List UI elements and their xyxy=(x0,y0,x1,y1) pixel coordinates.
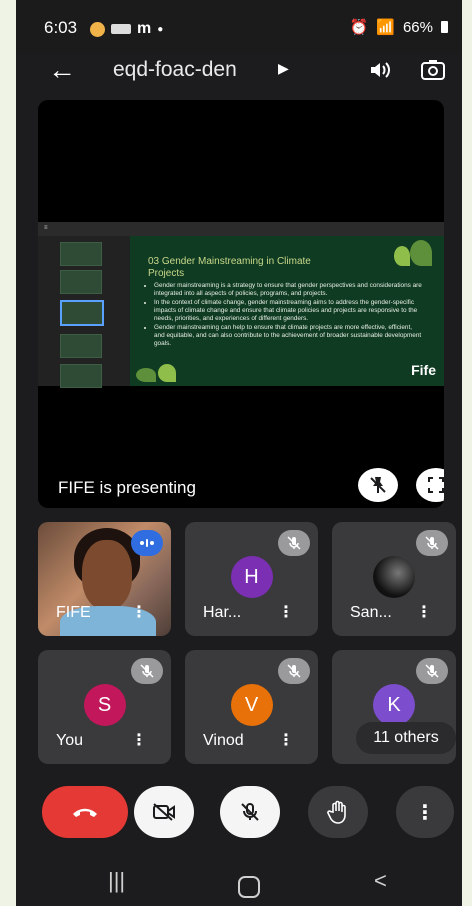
slide-bullet: In the context of climate change, gender… xyxy=(154,299,424,323)
menu-icon: ≡ xyxy=(44,225,48,231)
participant-name: You xyxy=(56,732,83,749)
avatar: V xyxy=(230,684,273,726)
status-indicators: ⏰ 📶 66% xyxy=(350,18,448,36)
back-arrow-icon[interactable]: ← xyxy=(48,56,76,84)
unpin-button[interactable] xyxy=(358,468,398,502)
slide-thumbnails xyxy=(38,236,130,388)
presenting-label: FIFE is presenting xyxy=(58,478,196,497)
avatar: S xyxy=(83,684,126,726)
participant-tile[interactable]: H Har... ⋮ xyxy=(185,522,318,636)
app-notification-icon xyxy=(90,21,105,37)
participant-name: Har... xyxy=(203,604,242,621)
status-time: 6:03 xyxy=(44,18,78,37)
leaf-decoration xyxy=(136,368,156,382)
others-count-button[interactable]: 11 others xyxy=(356,722,456,754)
slide-bullet: Gender mainstreaming is a strategy to en… xyxy=(154,282,424,298)
participant-tile[interactable]: FIFE ⋮ xyxy=(38,522,171,636)
status-bar: 6:03 m ● ⏰ 📶 66% xyxy=(16,0,462,54)
slide-thumbnail xyxy=(60,242,102,266)
mic-off-icon xyxy=(416,530,448,556)
slide-heading: 03 Gender Mainstreaming in Climate Proje… xyxy=(148,256,311,279)
more-options-icon[interactable]: ⋮ xyxy=(131,602,147,622)
slide-viewer-toolbar: ≡ xyxy=(38,222,444,236)
more-options-icon[interactable]: ⋮ xyxy=(278,730,294,750)
participant-name: FIFE xyxy=(56,604,91,621)
camera-off-icon xyxy=(153,803,175,821)
presentation-stage[interactable]: ≡ 03 Gender Mainstreaming in Climate Pro… xyxy=(38,100,444,508)
raise-hand-button[interactable] xyxy=(308,786,368,838)
speaker-icon[interactable] xyxy=(368,58,392,87)
participant-name: San... xyxy=(350,604,392,621)
phone-screen: 6:03 m ● ⏰ 📶 66% ← eqd-foac-den ▶ ≡ 03 G… xyxy=(16,0,462,906)
meeting-toolbar: ← eqd-foac-den ▶ xyxy=(16,54,462,94)
notification-icons: m ● xyxy=(90,20,163,38)
switch-camera-icon[interactable] xyxy=(420,58,446,87)
battery-text: 66% xyxy=(402,18,433,36)
back-icon[interactable]: < xyxy=(374,868,387,894)
hang-up-icon xyxy=(73,808,97,817)
camera-toggle-button[interactable] xyxy=(134,786,194,838)
slide-thumbnail xyxy=(60,334,102,358)
avatar: K xyxy=(373,684,415,726)
signal-icon: 📶 xyxy=(376,19,395,36)
mic-off-icon xyxy=(278,530,310,556)
mic-off-icon xyxy=(278,658,310,684)
alarm-icon: ⏰ xyxy=(349,19,369,36)
fullscreen-button[interactable] xyxy=(416,468,444,502)
hand-icon xyxy=(327,800,346,824)
dot-icon: ● xyxy=(157,23,164,35)
mic-toggle-button[interactable] xyxy=(220,786,280,838)
mic-off-icon xyxy=(241,803,259,821)
more-options-button[interactable]: ⋮ xyxy=(396,786,454,838)
tree-decoration xyxy=(394,246,410,266)
leaf-decoration xyxy=(158,364,176,382)
android-nav-bar: ||| < xyxy=(16,858,462,906)
more-options-icon[interactable]: ⋮ xyxy=(278,602,294,622)
shared-slide: ≡ 03 Gender Mainstreaming in Climate Pro… xyxy=(38,222,444,388)
recent-apps-icon[interactable]: ||| xyxy=(108,868,125,894)
video-person xyxy=(82,540,132,610)
tree-decoration xyxy=(410,240,432,266)
more-options-icon[interactable]: ⋮ xyxy=(131,730,147,750)
participant-tile[interactable]: S You ⋮ xyxy=(38,650,171,764)
slide-brand-logo: Fife xyxy=(411,362,436,378)
meeting-code[interactable]: eqd-foac-den xyxy=(113,58,237,82)
mic-off-icon xyxy=(416,658,448,684)
gmail-icon: m xyxy=(137,20,152,37)
slide-content: 03 Gender Mainstreaming in Climate Proje… xyxy=(130,236,444,386)
app-notification-icon xyxy=(111,24,131,34)
battery-icon xyxy=(441,21,448,33)
participant-name: Vinod xyxy=(203,732,244,749)
chevron-right-icon[interactable]: ▶ xyxy=(278,60,289,77)
mic-off-icon xyxy=(131,658,163,684)
avatar-photo xyxy=(373,556,415,598)
more-options-icon[interactable]: ⋮ xyxy=(416,602,432,622)
participant-tile[interactable]: San... ⋮ xyxy=(332,522,456,636)
slide-bullets: Gender mainstreaming is a strategy to en… xyxy=(144,282,424,349)
pin-off-icon xyxy=(370,477,386,493)
slide-thumbnail xyxy=(60,270,102,294)
fullscreen-icon xyxy=(428,477,444,493)
slide-thumbnail xyxy=(60,364,102,388)
speaking-indicator-icon xyxy=(131,530,163,556)
call-controls: ⋮ xyxy=(16,786,462,846)
end-call-button[interactable] xyxy=(42,786,128,838)
slide-thumbnail-selected xyxy=(60,300,104,326)
avatar: H xyxy=(230,556,273,598)
participant-tile[interactable]: V Vinod ⋮ xyxy=(185,650,318,764)
slide-bullet: Gender mainstreaming can help to ensure … xyxy=(154,324,424,348)
